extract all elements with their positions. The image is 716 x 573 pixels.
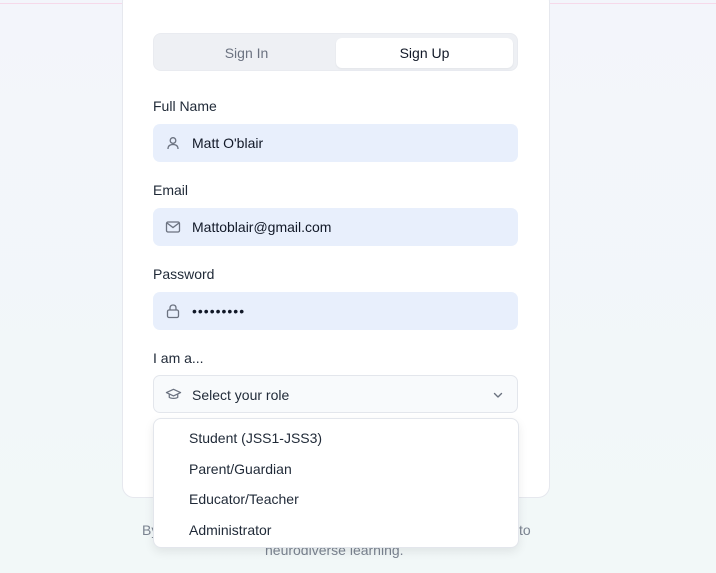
email-field[interactable]: Mattoblair@gmail.com xyxy=(153,208,518,246)
email-value: Mattoblair@gmail.com xyxy=(192,219,332,235)
role-option-administrator[interactable]: Administrator xyxy=(154,515,518,546)
footer-fragment-right: to xyxy=(519,522,531,538)
chevron-down-icon xyxy=(493,392,503,398)
password-label: Password xyxy=(153,266,215,282)
graduation-cap-icon xyxy=(165,388,182,400)
mail-icon xyxy=(165,221,181,233)
role-option-student[interactable]: Student (JSS1-JSS3) xyxy=(154,423,518,454)
email-label: Email xyxy=(153,182,189,198)
user-icon xyxy=(167,137,179,150)
role-dropdown: Student (JSS1-JSS3) Parent/Guardian Educ… xyxy=(153,418,519,548)
role-placeholder: Select your role xyxy=(192,387,290,403)
password-field[interactable]: ••••••••• xyxy=(153,292,518,330)
role-label: I am a... xyxy=(153,350,204,366)
role-option-parent[interactable]: Parent/Guardian xyxy=(154,454,518,485)
full-name-field[interactable]: Matt O'blair xyxy=(153,124,518,162)
full-name-value: Matt O'blair xyxy=(192,135,264,151)
full-name-label: Full Name xyxy=(153,98,217,114)
role-option-educator[interactable]: Educator/Teacher xyxy=(154,484,518,515)
auth-tabs: Sign In Sign Up xyxy=(153,33,518,71)
tab-sign-in[interactable]: Sign In xyxy=(158,38,335,68)
role-select[interactable]: Select your role xyxy=(153,375,518,413)
tab-sign-up[interactable]: Sign Up xyxy=(336,38,513,68)
lock-icon xyxy=(166,304,180,319)
password-value: ••••••••• xyxy=(192,303,246,319)
